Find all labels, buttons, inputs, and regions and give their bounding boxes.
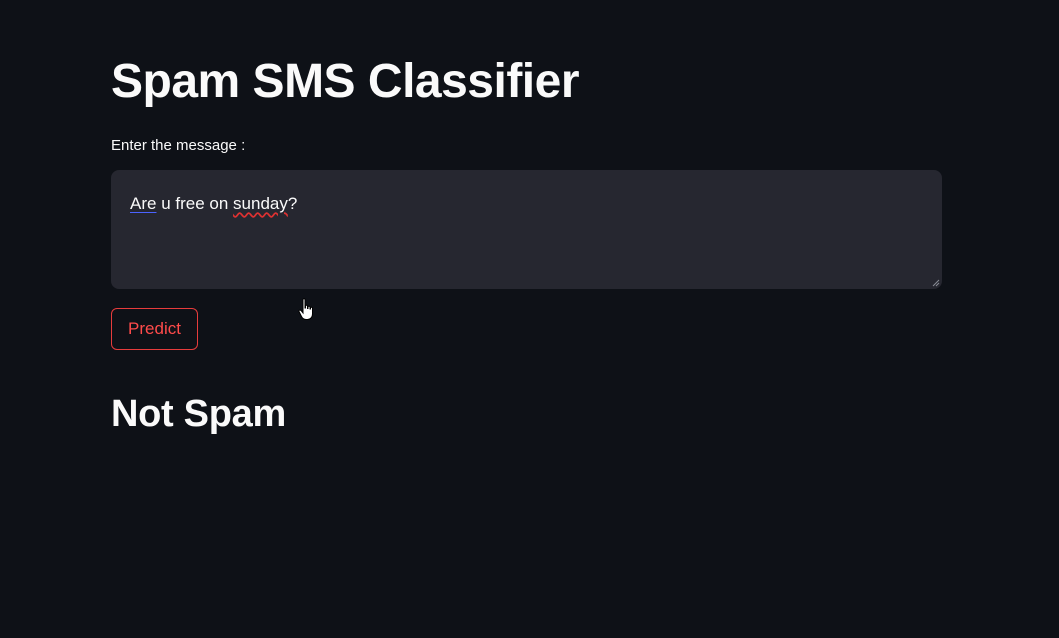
hand-pointer-icon: [298, 298, 313, 320]
message-textarea[interactable]: Are u free on sunday?: [111, 170, 942, 289]
message-token-end: ?: [287, 194, 298, 213]
resize-handle-icon[interactable]: [932, 279, 940, 287]
prediction-result: Not Spam: [111, 393, 286, 435]
predict-button[interactable]: Predict: [111, 308, 198, 350]
app-page: Spam SMS Classifier Enter the message : …: [0, 0, 1059, 638]
message-label: Enter the message :: [111, 137, 246, 154]
message-text[interactable]: Are u free on sunday?: [130, 192, 297, 216]
message-token-are: Are: [130, 194, 157, 213]
page-title: Spam SMS Classifier: [111, 55, 580, 108]
message-token-sunday: sunday: [233, 194, 288, 213]
message-token-middle: u free on: [156, 194, 234, 213]
